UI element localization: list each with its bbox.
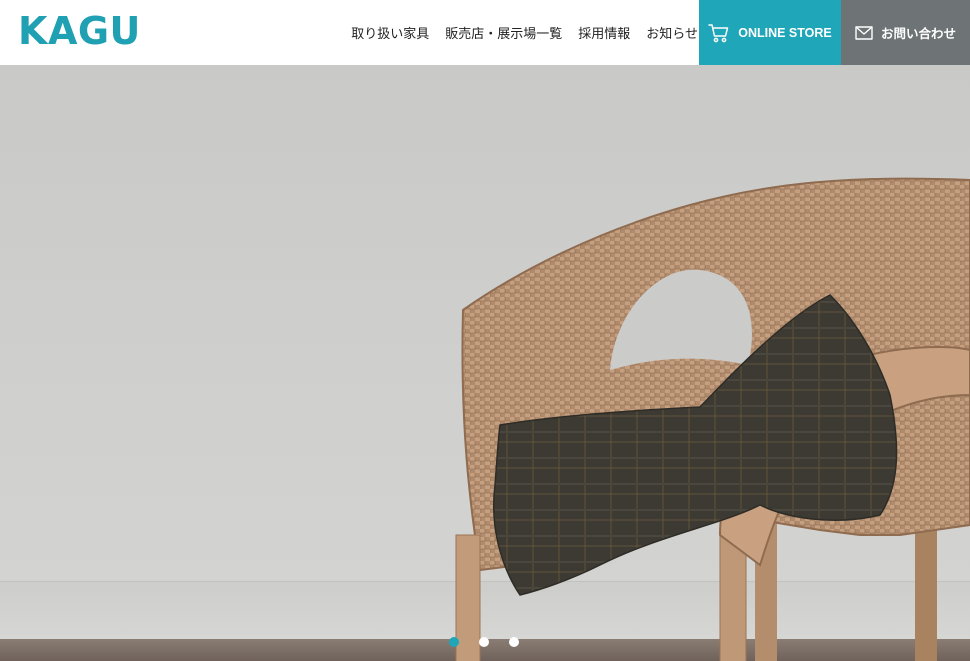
- online-store-button[interactable]: ONLINE STORE: [699, 0, 841, 65]
- cart-icon: [708, 23, 730, 43]
- nav-item-recruit[interactable]: 採用情報: [578, 23, 630, 42]
- nav-item-news[interactable]: お知らせ: [646, 23, 698, 42]
- slider-dots: [449, 637, 519, 647]
- site-header: KAGU 取り扱い家具 販売店・展示場一覧 採用情報 お知らせ ONLINE S…: [0, 0, 970, 65]
- contact-label: お問い合わせ: [880, 26, 956, 41]
- slider-dot-3[interactable]: [509, 637, 519, 647]
- nav-item-furniture[interactable]: 取り扱い家具: [351, 23, 429, 42]
- mail-icon: [855, 25, 873, 40]
- online-store-label: ONLINE STORE: [738, 25, 832, 40]
- hero-image-wicker-chair: [455, 177, 970, 661]
- site-logo[interactable]: KAGU: [18, 8, 141, 54]
- slider-dot-1[interactable]: [449, 637, 459, 647]
- hero-slider: [0, 65, 970, 661]
- slider-dot-2[interactable]: [479, 637, 489, 647]
- contact-button[interactable]: お問い合わせ: [841, 0, 970, 65]
- nav-item-stores[interactable]: 販売店・展示場一覧: [445, 23, 562, 42]
- chair-leg: [719, 534, 747, 661]
- global-nav: 取り扱い家具 販売店・展示場一覧 採用情報 お知らせ: [351, 0, 698, 65]
